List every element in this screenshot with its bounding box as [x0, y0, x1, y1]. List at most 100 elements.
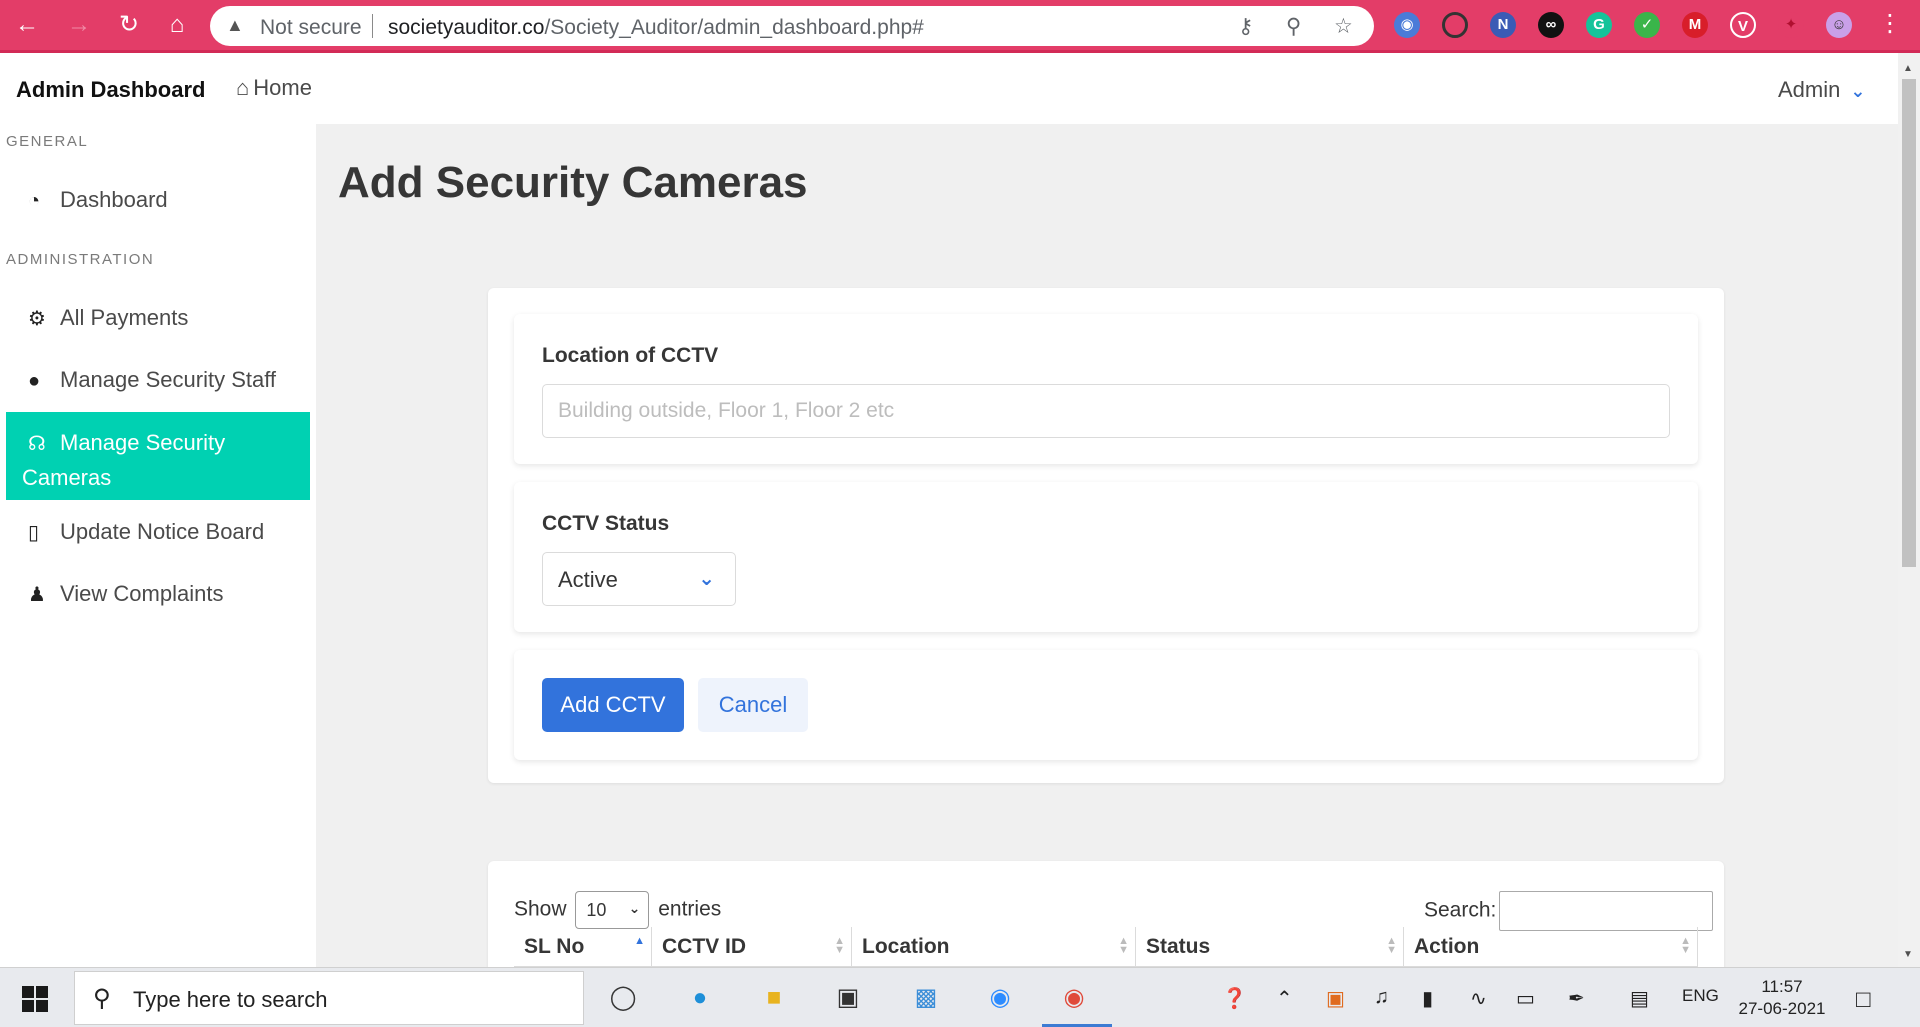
- zoom-app-icon[interactable]: ◉: [982, 980, 1018, 1016]
- home-nav-icon: ⌂: [236, 75, 250, 100]
- sidebar-item-manage-security-cameras[interactable]: ☊ Manage Security Cameras: [6, 412, 310, 500]
- forward-icon[interactable]: →: [64, 10, 94, 40]
- sidebar-item-label: Dashboard: [60, 187, 168, 212]
- reload-icon[interactable]: ↻: [114, 10, 144, 40]
- column-header-action[interactable]: Action ▲ ▼: [1404, 927, 1698, 967]
- profile-avatar-icon[interactable]: ☺: [1826, 12, 1852, 38]
- address-bar[interactable]: ▲ Not secure societyauditor.co/Society_A…: [210, 6, 1374, 46]
- home-icon[interactable]: ⌂: [162, 10, 192, 40]
- battery-icon[interactable]: ▭: [1516, 986, 1535, 1011]
- cctv-form-card: Location of CCTV CCTV Status Active ⌄ Ad…: [488, 288, 1724, 783]
- menu-label-general: GENERAL: [6, 133, 89, 150]
- add-cctv-button[interactable]: Add CCTV: [542, 678, 684, 732]
- page-scrollbar[interactable]: ▲ ▼: [1898, 53, 1920, 967]
- main-content: Add Security Cameras Location of CCTV CC…: [316, 124, 1898, 967]
- entries-label: entries: [658, 897, 722, 921]
- search-label: Search:: [1424, 898, 1497, 922]
- file-explorer-icon[interactable]: ■: [756, 980, 792, 1016]
- chevron-up-icon[interactable]: ⌃: [1276, 986, 1293, 1011]
- sidebar-item-manage-security-staff[interactable]: ● Manage Security Staff: [6, 367, 310, 393]
- scroll-thumb[interactable]: [1902, 79, 1916, 567]
- url-host: societyauditor.co: [388, 16, 545, 39]
- admin-dropdown[interactable]: Admin ⌄: [1778, 77, 1865, 103]
- tachometer-icon: ◔: [28, 190, 41, 212]
- bookmark-star-icon[interactable]: ☆: [1334, 14, 1353, 39]
- sidebar-item-dashboard[interactable]: ◔ Dashboard: [6, 187, 310, 213]
- task-view-icon[interactable]: ◯: [605, 980, 641, 1016]
- not-secure-label: Not secure: [260, 16, 362, 39]
- scroll-up-arrow-icon[interactable]: ▲: [1903, 63, 1913, 74]
- browser-menu-icon[interactable]: ⋮: [1878, 9, 1902, 38]
- clock-date: 27-06-2021: [1738, 999, 1826, 1018]
- column-header-cctv-id[interactable]: CCTV ID ▲ ▼: [652, 927, 852, 967]
- chevron-down-icon: ⌄: [628, 900, 641, 916]
- chrome-app-icon[interactable]: ◉: [1056, 980, 1092, 1016]
- opera-extension-icon[interactable]: [1442, 12, 1468, 38]
- home-label: Home: [253, 75, 312, 100]
- system-clock[interactable]: 11:57 27-06-2021: [1734, 976, 1830, 1020]
- table-search: Search:: [1424, 891, 1714, 931]
- entries-select[interactable]: 10 ⌄: [575, 891, 650, 929]
- pen-icon[interactable]: ✒: [1568, 986, 1585, 1011]
- column-header-status[interactable]: Status ▲ ▼: [1136, 927, 1404, 967]
- chevron-down-icon: ⌄: [1850, 81, 1866, 101]
- taskbar-search-box[interactable]: ⚲ Type here to search: [74, 971, 584, 1025]
- edge-browser-icon[interactable]: ●: [682, 980, 718, 1016]
- location-field-box: Location of CCTV: [514, 314, 1698, 464]
- sort-icon: ▲ ▼: [1680, 935, 1691, 956]
- sidebar-item-label: Manage Security Staff: [60, 367, 277, 392]
- windows-start-icon[interactable]: [22, 986, 48, 1012]
- computer-app-icon[interactable]: ▩: [908, 980, 944, 1016]
- sort-icon: ▲ ▼: [1386, 935, 1397, 956]
- column-header-sl-no[interactable]: SL No ▲: [514, 927, 652, 967]
- zoom-icon[interactable]: ⚲: [1286, 14, 1301, 39]
- url-path: /Society_Auditor/admin_dashboard.php#: [544, 16, 924, 39]
- column-header-label: SL No: [524, 935, 585, 958]
- wifi-icon[interactable]: ∿: [1470, 986, 1487, 1011]
- users-icon: ●: [28, 370, 41, 392]
- column-header-label: Location: [862, 935, 950, 958]
- browser-toolbar: ← → ↻ ⌂ ▲ Not secure societyauditor.co/S…: [0, 0, 1920, 53]
- store-icon[interactable]: ▣: [830, 980, 866, 1016]
- sidebar-item-view-complaints[interactable]: ♟ View Complaints: [6, 581, 310, 607]
- location-input[interactable]: [542, 384, 1670, 438]
- status-select[interactable]: Active ⌄: [542, 552, 736, 606]
- sidebar-item-update-notice-board[interactable]: ▯ Update Notice Board: [6, 519, 310, 545]
- language-indicator[interactable]: ENG: [1682, 986, 1719, 1006]
- column-header-label: Action: [1414, 935, 1480, 958]
- microphone-icon[interactable]: ▮: [1422, 986, 1433, 1011]
- notification-icon[interactable]: □: [1856, 986, 1871, 1014]
- cctv-table-card: Show 10 ⌄ entries Search: SL No ▲ CCTV ID ▲…: [488, 861, 1724, 967]
- navbar-brand[interactable]: Admin Dashboard: [16, 77, 205, 103]
- cancel-button[interactable]: Cancel: [698, 678, 808, 732]
- checklist-extension-icon[interactable]: ✓: [1634, 12, 1660, 38]
- page-title: Add Security Cameras: [338, 158, 808, 207]
- volume-icon[interactable]: ♫: [1374, 986, 1389, 1009]
- divider: [372, 14, 373, 38]
- xampp-icon[interactable]: ▣: [1326, 986, 1345, 1011]
- app-navbar: Admin Dashboard ⌂ Home Admin ⌄: [0, 53, 1898, 124]
- status-selected-value: Active: [558, 567, 618, 592]
- sidebar-item-label: Update Notice Board: [60, 519, 265, 544]
- menu-label-administration: ADMINISTRATION: [6, 251, 155, 268]
- keyboard-icon[interactable]: ▤: [1630, 986, 1649, 1011]
- chevron-down-icon: ⌄: [698, 568, 715, 590]
- key-icon[interactable]: ⚷: [1238, 14, 1253, 39]
- column-header-label: CCTV ID: [662, 935, 746, 958]
- home-link[interactable]: ⌂ Home: [236, 75, 312, 101]
- grammarly-extension-icon[interactable]: G: [1586, 12, 1612, 38]
- m-extension-icon[interactable]: M: [1682, 12, 1708, 38]
- help-icon[interactable]: ❓: [1222, 986, 1247, 1011]
- table-search-input[interactable]: [1499, 891, 1714, 931]
- screenshot-extension-icon[interactable]: ◉: [1394, 12, 1420, 38]
- shield-extension-icon[interactable]: V: [1730, 12, 1756, 38]
- infinity-extension-icon[interactable]: ∞: [1538, 12, 1564, 38]
- sidebar-item-all-payments[interactable]: ⚙ All Payments: [6, 305, 310, 331]
- scroll-down-arrow-icon[interactable]: ▼: [1903, 949, 1913, 960]
- back-icon[interactable]: ←: [12, 10, 42, 40]
- puzzle-extensions-icon[interactable]: ✦: [1778, 12, 1804, 38]
- show-entries: Show 10 ⌄ entries: [514, 891, 721, 929]
- n-extension-icon[interactable]: N: [1490, 12, 1516, 38]
- column-header-location[interactable]: Location ▲ ▼: [852, 927, 1136, 967]
- column-header-label: Status: [1146, 935, 1211, 958]
